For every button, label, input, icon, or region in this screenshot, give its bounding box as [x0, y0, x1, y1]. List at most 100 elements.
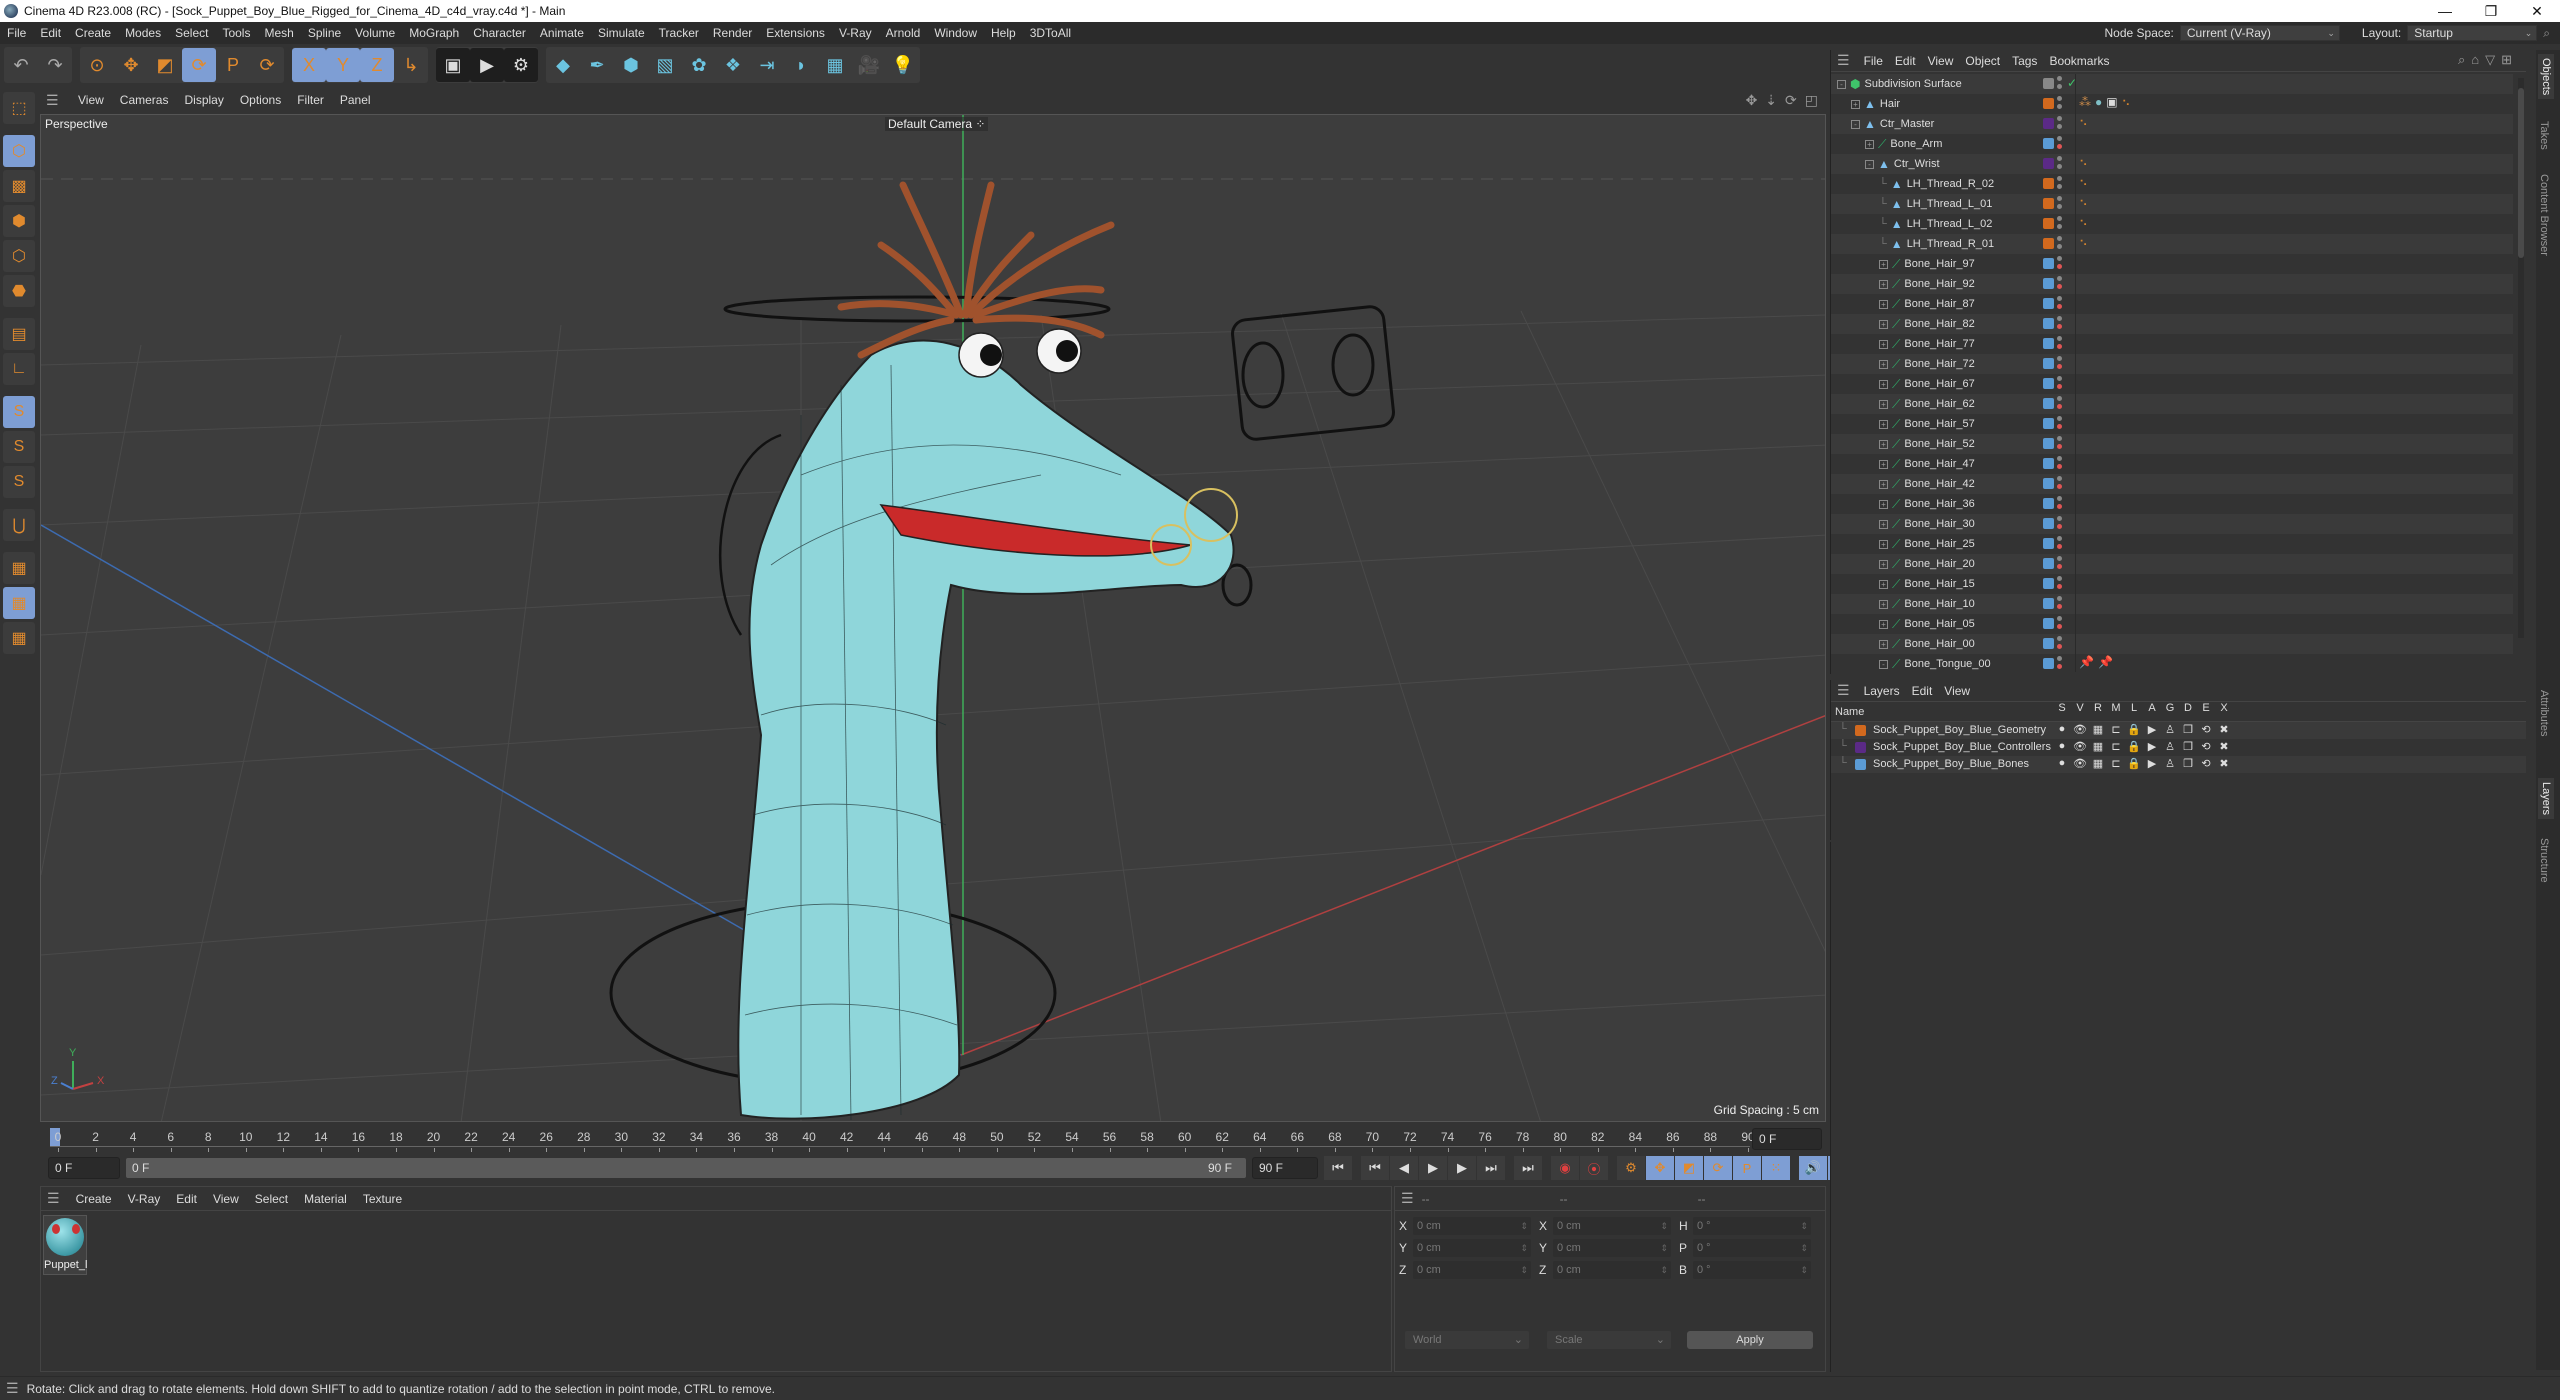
animation-icon[interactable]: ▶	[2145, 723, 2159, 736]
menu-render[interactable]: Render	[706, 26, 759, 40]
animation-icon[interactable]: ▶	[2145, 740, 2159, 753]
render-visibility-dot[interactable]	[2057, 544, 2062, 549]
layer-column-s[interactable]: S	[2055, 702, 2069, 714]
object-name[interactable]: Bone_Hair_52	[1904, 438, 1974, 450]
object-menu-file[interactable]: File	[1858, 54, 1889, 68]
ik-tag-icon[interactable]: ⠢	[2079, 195, 2088, 209]
render-visibility-dot[interactable]	[2057, 464, 2062, 469]
maximize-button[interactable]: ❐	[2468, 0, 2514, 22]
editor-visibility-dot[interactable]	[2057, 84, 2062, 89]
position-y-field[interactable]: 0 cm ⇕	[1413, 1239, 1531, 1257]
visible-editor-icon[interactable]: 👁	[2073, 723, 2087, 736]
deformers-icon[interactable]: ❒	[2181, 723, 2195, 736]
expand-icon[interactable]: +	[1879, 579, 1888, 589]
expand-icon[interactable]: +	[1879, 419, 1888, 429]
layer-color-swatch[interactable]	[2043, 538, 2054, 549]
menu-create[interactable]: Create	[68, 26, 118, 40]
pin-tag-icon[interactable]: 📌	[2098, 655, 2113, 669]
object-row[interactable]: + ⟋ Bone_Hair_20	[1831, 554, 2513, 574]
camera-label[interactable]: Default Camera ⁘	[885, 117, 989, 131]
menu-v-ray[interactable]: V-Ray	[832, 26, 879, 40]
render-visibility-dot[interactable]	[2057, 384, 2062, 389]
side-tab-takes[interactable]: Takes	[2538, 121, 2550, 150]
visibility-dots[interactable]	[2057, 116, 2063, 129]
editor-visibility-dot[interactable]	[2057, 476, 2062, 481]
layer-color-swatch[interactable]	[1855, 742, 1866, 753]
expand-icon[interactable]: +	[1879, 459, 1888, 469]
object-row[interactable]: + ⟋ Bone_Hair_92	[1831, 274, 2513, 294]
move-button[interactable]: ✥	[114, 48, 148, 82]
object-row[interactable]: └ ▲ LH_Thread_L_02 ⠢	[1831, 214, 2513, 234]
menu-simulate[interactable]: Simulate	[591, 26, 652, 40]
stepper-icon[interactable]: ⇕	[1800, 1261, 1808, 1279]
object-list[interactable]: - ⬢ Subdivision Surface ✓ + ▲ Hair ⁂ ● ▣ ⠢ - ▲ Ctr_Ma…	[1831, 74, 2513, 672]
manager-icon[interactable]: ⊏	[2109, 740, 2123, 753]
visibility-dots[interactable]	[2057, 256, 2063, 269]
expand-icon[interactable]: +	[1851, 99, 1860, 109]
snap-button[interactable]: ⋃	[3, 509, 35, 541]
layer-column-e[interactable]: E	[2199, 702, 2213, 714]
locked-icon[interactable]: 🔒	[2127, 757, 2141, 770]
mograph-cloner-button[interactable]: ✿	[682, 48, 716, 82]
zoom-view-icon[interactable]: ⇣	[1765, 92, 1777, 109]
object-row[interactable]: + ⟋ Bone_Hair_30	[1831, 514, 2513, 534]
y-axis-lock-button[interactable]: Y	[326, 48, 360, 82]
visible-editor-icon[interactable]: 👁	[2073, 740, 2087, 753]
maximize-view-icon[interactable]: ◰	[1805, 92, 1818, 109]
timeline[interactable]: 0 2 4 6 8 10 12 14 16 18 20 22 24 26 28 30 32 34 36 38 40 42 4…	[40, 1124, 1826, 1156]
editor-visibility-dot[interactable]	[2057, 176, 2062, 181]
object-row[interactable]: + ▲ Hair ⁂ ● ▣ ⠢	[1831, 94, 2513, 114]
menu-volume[interactable]: Volume	[348, 26, 402, 40]
rotate-view-icon[interactable]: ⟳	[1785, 92, 1797, 109]
render-visibility-dot[interactable]	[2057, 424, 2062, 429]
object-row[interactable]: + ⟋ Bone_Hair_25	[1831, 534, 2513, 554]
collapse-icon[interactable]: -	[1865, 159, 1874, 169]
object-row[interactable]: + ⟋ Bone_Hair_57	[1831, 414, 2513, 434]
object-row[interactable]: └ ▲ LH_Thread_R_01 ⠢	[1831, 234, 2513, 254]
hamburger-icon[interactable]: ☰	[46, 92, 62, 109]
locked-icon[interactable]: 🔒	[2127, 723, 2141, 736]
key-rotation-button[interactable]: ⟳	[1704, 1156, 1732, 1180]
home-icon[interactable]: ⌂	[2471, 52, 2479, 68]
layer-color-swatch[interactable]	[2043, 598, 2054, 609]
edges-mode-button[interactable]: ⬡	[3, 240, 35, 272]
layer-color-swatch[interactable]	[2043, 418, 2054, 429]
visibility-dots[interactable]	[2057, 196, 2063, 209]
texture-mode-button[interactable]: ▩	[3, 170, 35, 202]
play-button[interactable]: ▶	[1419, 1156, 1447, 1180]
object-name[interactable]: Bone_Hair_20	[1904, 558, 1974, 570]
move-view-icon[interactable]: ✥	[1746, 92, 1758, 109]
menu-file[interactable]: File	[0, 26, 33, 40]
key-pla-button[interactable]: ⁙	[1762, 1156, 1790, 1180]
object-name[interactable]: Bone_Hair_67	[1904, 378, 1974, 390]
hamburger-icon[interactable]: ☰	[6, 1380, 19, 1397]
solo-icon[interactable]: ●	[2055, 740, 2069, 753]
next-frame-button[interactable]: ▶	[1448, 1156, 1476, 1180]
xrefs-icon[interactable]: ✖	[2217, 757, 2231, 770]
layer-color-swatch[interactable]	[2043, 78, 2054, 89]
ik-tag-icon[interactable]: ⠢	[2079, 235, 2088, 249]
layer-column-x[interactable]: X	[2217, 702, 2231, 714]
animation-icon[interactable]: ▶	[2145, 757, 2159, 770]
viewport-menu-cameras[interactable]: Cameras	[112, 93, 177, 107]
object-row[interactable]: + ⟋ Bone_Hair_97	[1831, 254, 2513, 274]
render-visibility-dot[interactable]	[2057, 304, 2062, 309]
layer-color-swatch[interactable]	[2043, 638, 2054, 649]
rotation-p-field[interactable]: 0 ° ⇕	[1693, 1239, 1811, 1257]
autokey-button[interactable]: ⦿	[1580, 1156, 1608, 1180]
object-name[interactable]: Bone_Hair_47	[1904, 458, 1974, 470]
stepper-icon[interactable]: ⇕	[1660, 1217, 1668, 1235]
menu-help[interactable]: Help	[984, 26, 1023, 40]
hamburger-icon[interactable]: ☰	[47, 1190, 60, 1207]
rotate-button[interactable]: ⟳	[182, 48, 216, 82]
layer-color-swatch[interactable]	[2043, 178, 2054, 189]
stepper-icon[interactable]: ⇕	[1800, 1217, 1808, 1235]
xrefs-icon[interactable]: ✖	[2217, 740, 2231, 753]
visibility-dots[interactable]	[2057, 296, 2063, 309]
visibility-dots[interactable]	[2057, 416, 2063, 429]
layer-column-g[interactable]: G	[2163, 702, 2177, 714]
object-row[interactable]: + ⟋ Bone_Hair_15	[1831, 574, 2513, 594]
object-name[interactable]: LH_Thread_L_01	[1907, 198, 1993, 210]
key-position-button[interactable]: ✥	[1646, 1156, 1674, 1180]
close-button[interactable]: ✕	[2514, 0, 2560, 22]
